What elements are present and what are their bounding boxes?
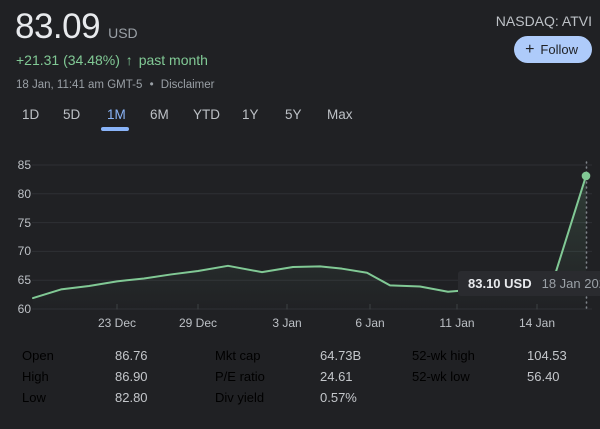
plus-icon: + — [525, 42, 534, 58]
follow-button[interactable]: + Follow — [514, 36, 592, 63]
x-axis-label: 23 Dec — [98, 316, 136, 330]
last-price-dot — [582, 172, 591, 181]
stat-pe-value: 24.61 — [320, 369, 353, 384]
x-axis-label: 14 Jan — [519, 316, 555, 330]
x-axis-label: 6 Jan — [355, 316, 384, 330]
follow-button-label: Follow — [540, 42, 578, 57]
y-axis-label: 70 — [2, 244, 31, 258]
quote-timestamp: 18 Jan, 11:41 am GMT-5 — [16, 79, 142, 91]
stat-low-value: 82.80 — [115, 390, 148, 405]
stat-52wklow-label: 52-wk low — [412, 369, 470, 384]
chart-tooltip: 83.10 USD 18 Jan 2022 — [458, 271, 600, 296]
stat-high-label: High — [22, 369, 49, 384]
stat-pe-label: P/E ratio — [215, 369, 265, 384]
price-change: +21.31 (34.48%) ↑ past month — [16, 52, 208, 68]
y-axis-label: 65 — [2, 273, 31, 287]
tooltip-price: 83.10 USD — [468, 276, 532, 291]
active-tab-indicator — [101, 127, 129, 131]
change-value: +21.31 (34.48%) — [16, 52, 120, 68]
x-axis-label: 3 Jan — [272, 316, 301, 330]
tab-5y[interactable]: 5Y — [285, 107, 302, 122]
y-axis-label: 85 — [2, 158, 31, 172]
stat-low-label: Low — [22, 390, 46, 405]
currency-label: USD — [108, 25, 138, 41]
tab-1m[interactable]: 1M — [107, 107, 126, 122]
tooltip-date: 18 Jan 2022 — [542, 276, 600, 291]
stat-52wklow-value: 56.40 — [527, 369, 560, 384]
tab-ytd[interactable]: YTD — [193, 107, 220, 122]
up-arrow-icon: ↑ — [126, 52, 133, 68]
x-axis-label: 11 Jan — [439, 316, 474, 330]
tab-6m[interactable]: 6M — [150, 107, 169, 122]
disclaimer-link[interactable]: Disclaimer — [161, 79, 215, 91]
tab-1y[interactable]: 1Y — [242, 107, 259, 122]
y-axis-label: 80 — [2, 187, 31, 201]
stat-open-value: 86.76 — [115, 348, 148, 363]
x-axis-label: 29 Dec — [179, 316, 217, 330]
price-header: 83.09 USD — [15, 8, 138, 46]
change-period: past month — [139, 52, 208, 68]
stat-divyield-value: 0.57% — [320, 390, 357, 405]
stat-divyield-label: Div yield — [215, 390, 264, 405]
quote-meta: 18 Jan, 11:41 am GMT-5 • Disclaimer — [16, 79, 214, 91]
y-axis-label: 60 — [2, 302, 31, 316]
tab-5d[interactable]: 5D — [63, 107, 80, 122]
exchange-ticker: NASDAQ: ATVI — [496, 13, 592, 29]
stat-mktcap-label: Mkt cap — [215, 348, 261, 363]
tab-1d[interactable]: 1D — [22, 107, 39, 122]
tab-max[interactable]: Max — [327, 107, 353, 122]
y-axis-label: 75 — [2, 216, 31, 230]
current-price: 83.09 — [15, 8, 100, 46]
stat-mktcap-value: 64.73B — [320, 348, 361, 363]
stat-52wkhigh-label: 52-wk high — [412, 348, 475, 363]
stat-52wkhigh-value: 104.53 — [527, 348, 567, 363]
stat-high-value: 86.90 — [115, 369, 148, 384]
separator-dot: • — [150, 79, 154, 91]
stat-open-label: Open — [22, 348, 54, 363]
